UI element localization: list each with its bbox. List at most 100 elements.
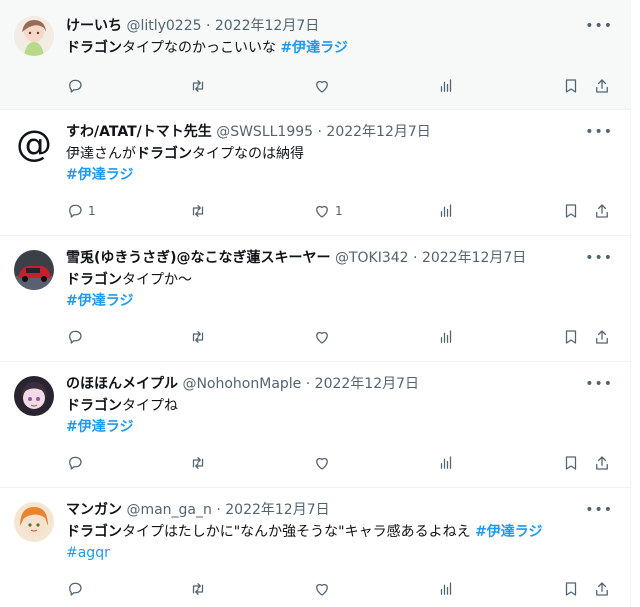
user-handle[interactable]: @NohohonMaple (182, 376, 301, 392)
tweet-text-pre: 伊達さんが (66, 146, 136, 162)
tweet-actions: 1 1 (60, 200, 620, 222)
display-name[interactable]: のほほんメイプル (66, 376, 178, 392)
more-icon[interactable]: ••• (585, 250, 613, 266)
keyword-bold: ドラゴン (66, 272, 122, 288)
share-button[interactable] (593, 326, 611, 348)
retweet-button[interactable] (189, 75, 207, 97)
tweet-3[interactable]: 雪兎(ゆきうさぎ)@なこなぎ蓮スキーヤー @TOKI342 · 2022年12月… (0, 236, 631, 362)
share-button[interactable] (593, 75, 611, 97)
retweet-button[interactable] (189, 200, 207, 222)
tweet-header: 雪兎(ゆきうさぎ)@なこなぎ蓮スキーヤー @TOKI342 · 2022年12月… (66, 248, 526, 268)
user-avatar[interactable] (14, 250, 54, 290)
tweet-5[interactable]: マンガン @man_ga_n · 2022年12月7日 ••• ドラゴンタイプは… (0, 488, 631, 607)
share-button[interactable] (593, 578, 611, 600)
user-handle[interactable]: @TOKI342 (335, 250, 409, 266)
tweet-header: マンガン @man_ga_n · 2022年12月7日 (66, 500, 330, 520)
views-button[interactable] (437, 75, 455, 97)
user-avatar[interactable]: @ (14, 124, 54, 164)
user-avatar[interactable] (14, 376, 54, 416)
red-car-avatar-image (14, 250, 54, 290)
keyword-bold: ドラゴン (66, 398, 122, 414)
hashtag-link[interactable]: #伊達ラジ (280, 40, 347, 56)
like-button[interactable] (313, 326, 335, 348)
tweet-feed: けーいち @litly0225 · 2022年12月7日 ••• ドラゴンタイプ… (0, 0, 631, 607)
display-name[interactable]: すわ/ATAT/トマト先生 (66, 124, 212, 140)
user-handle[interactable]: @SWSLL1995 (216, 124, 313, 140)
display-name[interactable]: 雪兎(ゆきうさぎ)@なこなぎ蓮スキーヤー (66, 250, 331, 266)
reply-icon (69, 204, 82, 218)
tweet-date[interactable]: 2022年12月7日 (225, 502, 329, 518)
user-avatar[interactable] (14, 16, 54, 56)
more-icon[interactable]: ••• (585, 124, 613, 140)
reply-button[interactable] (66, 326, 88, 348)
display-name[interactable]: けーいち (66, 18, 122, 34)
like-button[interactable] (313, 452, 335, 474)
tweet-actions (60, 75, 620, 97)
retweet-icon (192, 331, 204, 343)
retweet-icon (192, 457, 204, 469)
views-icon (440, 79, 452, 92)
hashtag-link-agqr[interactable]: #agqr (66, 545, 110, 561)
bookmark-button[interactable] (562, 75, 580, 97)
user-handle[interactable]: @man_ga_n (126, 502, 211, 518)
tweet-4[interactable]: のほほんメイプル @NohohonMaple · 2022年12月7日 ••• … (0, 362, 631, 488)
reply-button[interactable] (66, 75, 88, 97)
bookmark-icon (565, 582, 577, 596)
hashtag-link[interactable]: #伊達ラジ (66, 293, 133, 309)
tweet-1[interactable]: けーいち @litly0225 · 2022年12月7日 ••• ドラゴンタイプ… (0, 0, 631, 110)
views-button[interactable] (437, 452, 455, 474)
bookmark-icon (565, 204, 577, 218)
tweet-actions (60, 452, 620, 474)
bookmark-button[interactable] (562, 452, 580, 474)
hashtag-link[interactable]: #伊達ラジ (66, 419, 133, 435)
share-button[interactable] (593, 200, 611, 222)
tweet-date[interactable]: 2022年12月7日 (315, 376, 419, 392)
views-button[interactable] (437, 578, 455, 600)
bookmark-button[interactable] (562, 200, 580, 222)
tweet-date[interactable]: 2022年12月7日 (422, 250, 526, 266)
retweet-icon (192, 205, 204, 217)
views-icon (440, 456, 452, 469)
user-handle[interactable]: @litly0225 (126, 18, 201, 34)
keyword-bold: ドラゴン (66, 524, 122, 540)
tweet-text-rest: タイプね (122, 398, 178, 414)
tweet-text-rest: タイプなのかっこいいな (122, 40, 276, 56)
reply-button[interactable] (66, 578, 88, 600)
views-icon (440, 330, 452, 343)
more-icon[interactable]: ••• (585, 502, 613, 518)
like-icon (316, 583, 328, 596)
tweet-2[interactable]: @ すわ/ATAT/トマト先生 @SWSLL1995 · 2022年12月7日 … (0, 110, 631, 236)
views-button[interactable] (437, 200, 455, 222)
tweet-date[interactable]: 2022年12月7日 (215, 18, 319, 34)
like-button[interactable] (313, 578, 335, 600)
views-button[interactable] (437, 326, 455, 348)
tweet-text: ドラゴンタイプはたしかに"なんか強そうな"キャラ感あるよねえ #伊達ラジ #ag… (66, 522, 601, 564)
orange-hair-girl-avatar-image (14, 502, 54, 542)
retweet-button[interactable] (189, 578, 207, 600)
like-button[interactable] (313, 75, 335, 97)
tweet-text: 伊達さんがドラゴンタイプなのは納得 #伊達ラジ (66, 144, 601, 186)
tweet-actions (60, 578, 620, 600)
reply-button[interactable]: 1 (66, 200, 96, 222)
reply-icon (69, 582, 82, 596)
user-avatar[interactable] (14, 502, 54, 542)
share-button[interactable] (593, 452, 611, 474)
reply-count: 1 (88, 204, 96, 218)
views-icon (440, 582, 452, 595)
more-icon[interactable]: ••• (585, 18, 613, 34)
bookmark-icon (565, 456, 577, 470)
like-button[interactable]: 1 (313, 200, 343, 222)
hashtag-link[interactable]: #伊達ラジ (475, 524, 542, 540)
retweet-button[interactable] (189, 326, 207, 348)
hashtag-link[interactable]: #伊達ラジ (66, 167, 133, 183)
bookmark-button[interactable] (562, 326, 580, 348)
reply-button[interactable] (66, 452, 88, 474)
tweet-date[interactable]: 2022年12月7日 (326, 124, 430, 140)
more-icon[interactable]: ••• (585, 376, 613, 392)
bookmark-button[interactable] (562, 578, 580, 600)
retweet-button[interactable] (189, 452, 207, 474)
tweet-header: けーいち @litly0225 · 2022年12月7日 (66, 16, 319, 36)
tweet-text: ドラゴンタイプか〜 #伊達ラジ (66, 270, 601, 312)
display-name[interactable]: マンガン (66, 502, 122, 518)
share-icon (596, 456, 608, 470)
